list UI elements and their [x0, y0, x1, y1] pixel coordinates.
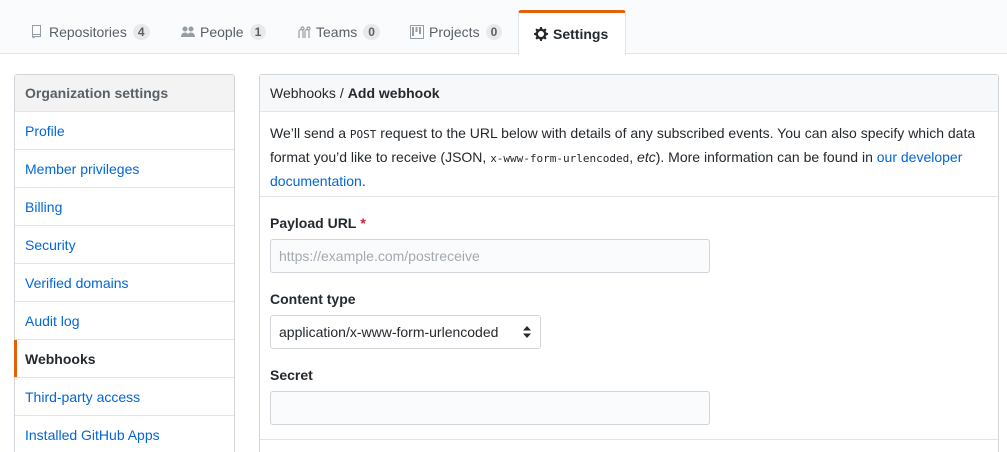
- sidebar-item-webhooks[interactable]: Webhooks: [14, 340, 234, 378]
- secret-label: Secret: [270, 367, 313, 383]
- breadcrumb: Webhooks / Add webhook: [260, 75, 998, 112]
- payload-url-label-text: Payload URL: [270, 215, 357, 231]
- content-type-select[interactable]: application/x-www-form-urlencoded: [270, 315, 541, 349]
- webhook-form: Payload URL* Content type application/x-…: [260, 197, 998, 440]
- tab-label: Teams: [316, 24, 358, 40]
- format-code: x-www-form-urlencoded: [490, 152, 630, 165]
- sidebar-item-third-party-access[interactable]: Third-party access: [15, 378, 234, 416]
- tab-label: Projects: [429, 24, 480, 40]
- settings-sidebar: Organization settings Profile Member pri…: [14, 74, 235, 452]
- project-icon: [409, 24, 425, 40]
- breadcrumb-separator: /: [339, 85, 344, 101]
- intro-text-part: ,: [629, 149, 638, 165]
- tab-settings[interactable]: Settings: [518, 10, 626, 55]
- teams-icon: [296, 24, 312, 40]
- content-type-value: application/x-www-form-urlencoded: [279, 324, 499, 340]
- intro-text: We’ll send a POST request to the URL bel…: [260, 112, 998, 197]
- intro-text-part: .: [361, 173, 366, 189]
- intro-etc: etc: [637, 149, 656, 165]
- count-badge: 4: [132, 24, 150, 40]
- secret-input[interactable]: [270, 391, 710, 425]
- sidebar-item-audit-log[interactable]: Audit log: [15, 302, 234, 340]
- payload-url-label: Payload URL *: [270, 215, 366, 231]
- sidebar-item-verified-domains[interactable]: Verified domains: [15, 264, 234, 302]
- tab-projects[interactable]: Projects 0: [409, 10, 503, 54]
- tab-repositories[interactable]: Repositories 4: [29, 10, 150, 54]
- sidebar-item-installed-github-apps[interactable]: Installed GitHub Apps: [15, 416, 234, 452]
- count-badge: 1: [249, 24, 267, 40]
- tab-label: Repositories: [49, 24, 127, 40]
- gear-icon: [533, 26, 549, 42]
- tab-people[interactable]: People 1: [180, 10, 267, 54]
- intro-text-part: We’ll send a: [270, 125, 350, 141]
- webhook-form-box: Webhooks / Add webhook We’ll send a POST…: [259, 74, 999, 452]
- tab-label: People: [200, 24, 244, 40]
- post-method-code: POST: [349, 128, 377, 141]
- sidebar-item-security[interactable]: Security: [15, 226, 234, 264]
- intro-text-part: ). More information can be found in: [655, 149, 877, 165]
- count-badge: 0: [363, 24, 380, 40]
- sidebar-item-billing[interactable]: Billing: [15, 188, 234, 226]
- tab-label: Settings: [553, 26, 609, 42]
- content-type-label: Content type: [270, 291, 356, 307]
- repo-icon: [29, 24, 45, 40]
- breadcrumb-webhooks-link[interactable]: Webhooks: [270, 85, 336, 101]
- people-icon: [180, 24, 196, 40]
- select-arrows-icon: [522, 325, 532, 339]
- sidebar-item-profile[interactable]: Profile: [15, 112, 234, 150]
- tab-teams[interactable]: Teams 0: [296, 10, 380, 54]
- sidebar-header: Organization settings: [15, 75, 234, 112]
- page-title: Add webhook: [347, 85, 440, 101]
- sidebar-item-member-privileges[interactable]: Member privileges: [15, 150, 234, 188]
- org-nav-tabs: Repositories 4 People 1 Teams 0 Projects…: [0, 0, 1007, 55]
- count-badge: 0: [485, 24, 503, 40]
- payload-url-input[interactable]: [270, 239, 710, 273]
- required-mark: *: [360, 215, 366, 231]
